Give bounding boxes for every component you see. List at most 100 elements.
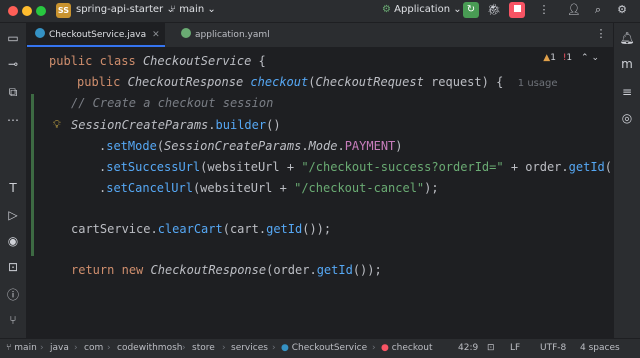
- line-separator[interactable]: LF: [510, 343, 520, 353]
- breadcrumb-item[interactable]: services: [231, 343, 268, 353]
- code-line-set-cancel-url: .setCancelUrl(websiteUrl + "/checkout-ca…: [99, 179, 439, 197]
- editor-tab-bar: CheckoutService.java ✕ application.yaml ⋮: [27, 23, 613, 48]
- class-ref: SessionCreateParams: [71, 118, 209, 132]
- file-encoding[interactable]: UTF-8: [540, 343, 566, 353]
- gradle-button[interactable]: m: [614, 57, 640, 71]
- breadcrumb-item[interactable]: java: [50, 343, 69, 353]
- unlock-icon: ⊡: [487, 343, 495, 353]
- dot: .: [337, 139, 345, 153]
- keyword: public: [77, 75, 121, 89]
- inspection-widget[interactable]: ▲1 !1 ⌃ ⌄: [543, 53, 599, 63]
- close-icon[interactable]: ✕: [152, 30, 160, 40]
- method-call: builder: [215, 118, 267, 132]
- services-button[interactable]: ◉: [0, 234, 26, 248]
- ai-assistant-button[interactable]: ◎: [614, 111, 640, 125]
- project-selector[interactable]: spring-api-starter ⌄: [76, 4, 175, 15]
- tab-label: CheckoutService.java: [49, 30, 147, 40]
- keyword: return: [71, 263, 115, 277]
- tab-checkout-service[interactable]: CheckoutService.java ✕: [27, 23, 165, 47]
- tab-options-button[interactable]: ⋮: [593, 27, 609, 40]
- code-editor[interactable]: 💡︎ ▲1 !1 ⌃ ⌄ public class CheckoutServic…: [27, 48, 613, 338]
- branch-icon: ⑂: [170, 4, 176, 15]
- close-window-button[interactable]: [8, 6, 18, 16]
- chevron-down-icon[interactable]: ⌄: [591, 53, 599, 63]
- tab-application-yaml[interactable]: application.yaml: [173, 23, 278, 47]
- vcs-branch-widget[interactable]: ⑂ main: [6, 343, 37, 353]
- enum-constant: PAYMENT: [344, 139, 396, 153]
- class-ref: CheckoutResponse: [150, 263, 267, 277]
- add-user-icon: 👤︎: [567, 3, 581, 16]
- code-line-class-declaration: public class CheckoutService {: [49, 52, 266, 70]
- error-count: 1: [566, 53, 573, 63]
- indent-setting[interactable]: 4 spaces: [580, 343, 620, 353]
- caret-position[interactable]: 42:9: [458, 343, 478, 353]
- search-everywhere-button[interactable]: ⌕: [590, 3, 606, 17]
- usages-hint[interactable]: 1 usage: [518, 78, 558, 89]
- more-vertical-icon: ⋮: [538, 3, 550, 16]
- branch-selector[interactable]: ⑂ main ⌄: [170, 4, 216, 15]
- run-tool-button[interactable]: ▷: [0, 208, 26, 222]
- comment: // Create a checkout session: [71, 96, 274, 110]
- git-button[interactable]: ⑂: [0, 313, 26, 327]
- java-class-icon: [35, 28, 45, 38]
- more-actions-button[interactable]: ⋮: [536, 3, 552, 16]
- run-config-selector[interactable]: ⚙ Application ⌄: [382, 4, 462, 15]
- commit-button[interactable]: ⊸: [0, 57, 26, 71]
- rerun-button[interactable]: ↻: [463, 2, 479, 18]
- method-call: getId: [316, 263, 353, 277]
- project-badge: SS: [56, 3, 71, 18]
- breadcrumb-item[interactable]: store: [192, 343, 215, 353]
- more-vertical-icon: ⋮: [595, 27, 607, 40]
- method-call: setSuccessUrl: [106, 160, 201, 174]
- maximize-window-button[interactable]: [36, 6, 46, 16]
- spring-boot-icon: ⚙: [382, 4, 391, 15]
- string-literal: "/checkout-success?orderId=": [301, 160, 504, 174]
- breadcrumb-item[interactable]: codewithmosh: [117, 343, 182, 353]
- stop-button[interactable]: [509, 2, 525, 18]
- method-call: getId: [266, 222, 303, 236]
- structure-button[interactable]: ⧉: [0, 85, 26, 100]
- method-call: setCancelUrl: [106, 181, 193, 195]
- code-line-method-declaration: public CheckoutResponse checkout(Checkou…: [77, 73, 558, 91]
- brace: {: [251, 54, 266, 68]
- readonly-toggle[interactable]: ⊡: [487, 343, 495, 353]
- chevron-up-icon[interactable]: ⌃: [581, 53, 589, 63]
- breadcrumb-class[interactable]: ● CheckoutService: [281, 343, 367, 353]
- gear-icon: ⚙: [617, 3, 627, 16]
- notifications-button[interactable]: 🔔︎: [614, 31, 640, 45]
- code-line-comment: // Create a checkout session: [71, 94, 273, 112]
- settings-button[interactable]: ⚙: [614, 3, 630, 16]
- argument: + order.: [503, 160, 569, 174]
- database-button[interactable]: ≡: [614, 85, 640, 99]
- more-tools-button[interactable]: ⋯: [0, 113, 26, 127]
- problems-button[interactable]: ⓘ: [0, 286, 26, 303]
- lightbulb-icon[interactable]: 💡︎: [53, 118, 61, 132]
- object-ref: cartService.: [71, 222, 158, 236]
- project-view-button[interactable]: ▭: [0, 31, 26, 45]
- branch-name: main: [179, 4, 205, 15]
- run-icon: ▷: [8, 208, 18, 222]
- breadcrumb-item: CheckoutService: [291, 343, 368, 353]
- vcs-change-marker: [31, 94, 34, 256]
- string-literal: "/checkout-cancel": [294, 181, 425, 195]
- paren: (): [266, 118, 281, 132]
- more-horizontal-icon: ⋯: [7, 113, 19, 127]
- minimize-window-button[interactable]: [22, 6, 32, 16]
- structure-icon: ⧉: [8, 85, 18, 99]
- debug-button[interactable]: 🐞︎: [486, 3, 502, 16]
- keyword: class: [99, 54, 136, 68]
- breadcrumb-item[interactable]: com: [84, 343, 103, 353]
- bell-icon: 🔔︎: [619, 31, 635, 45]
- keyword: new: [121, 263, 144, 277]
- console-button[interactable]: ⊡: [0, 260, 26, 274]
- breadcrumb-method[interactable]: ● checkout: [381, 343, 433, 353]
- add-user-button[interactable]: 👤︎: [566, 3, 582, 16]
- terminal-button[interactable]: T: [0, 181, 26, 195]
- dot: .: [301, 139, 309, 153]
- yaml-file-icon: [181, 28, 191, 38]
- paren: ());: [302, 222, 332, 236]
- right-tool-window-bar: 🔔︎ m ≡ ◎: [613, 23, 640, 338]
- tab-label: application.yaml: [195, 30, 270, 40]
- keyword: public: [49, 54, 93, 68]
- dot: .: [208, 118, 216, 132]
